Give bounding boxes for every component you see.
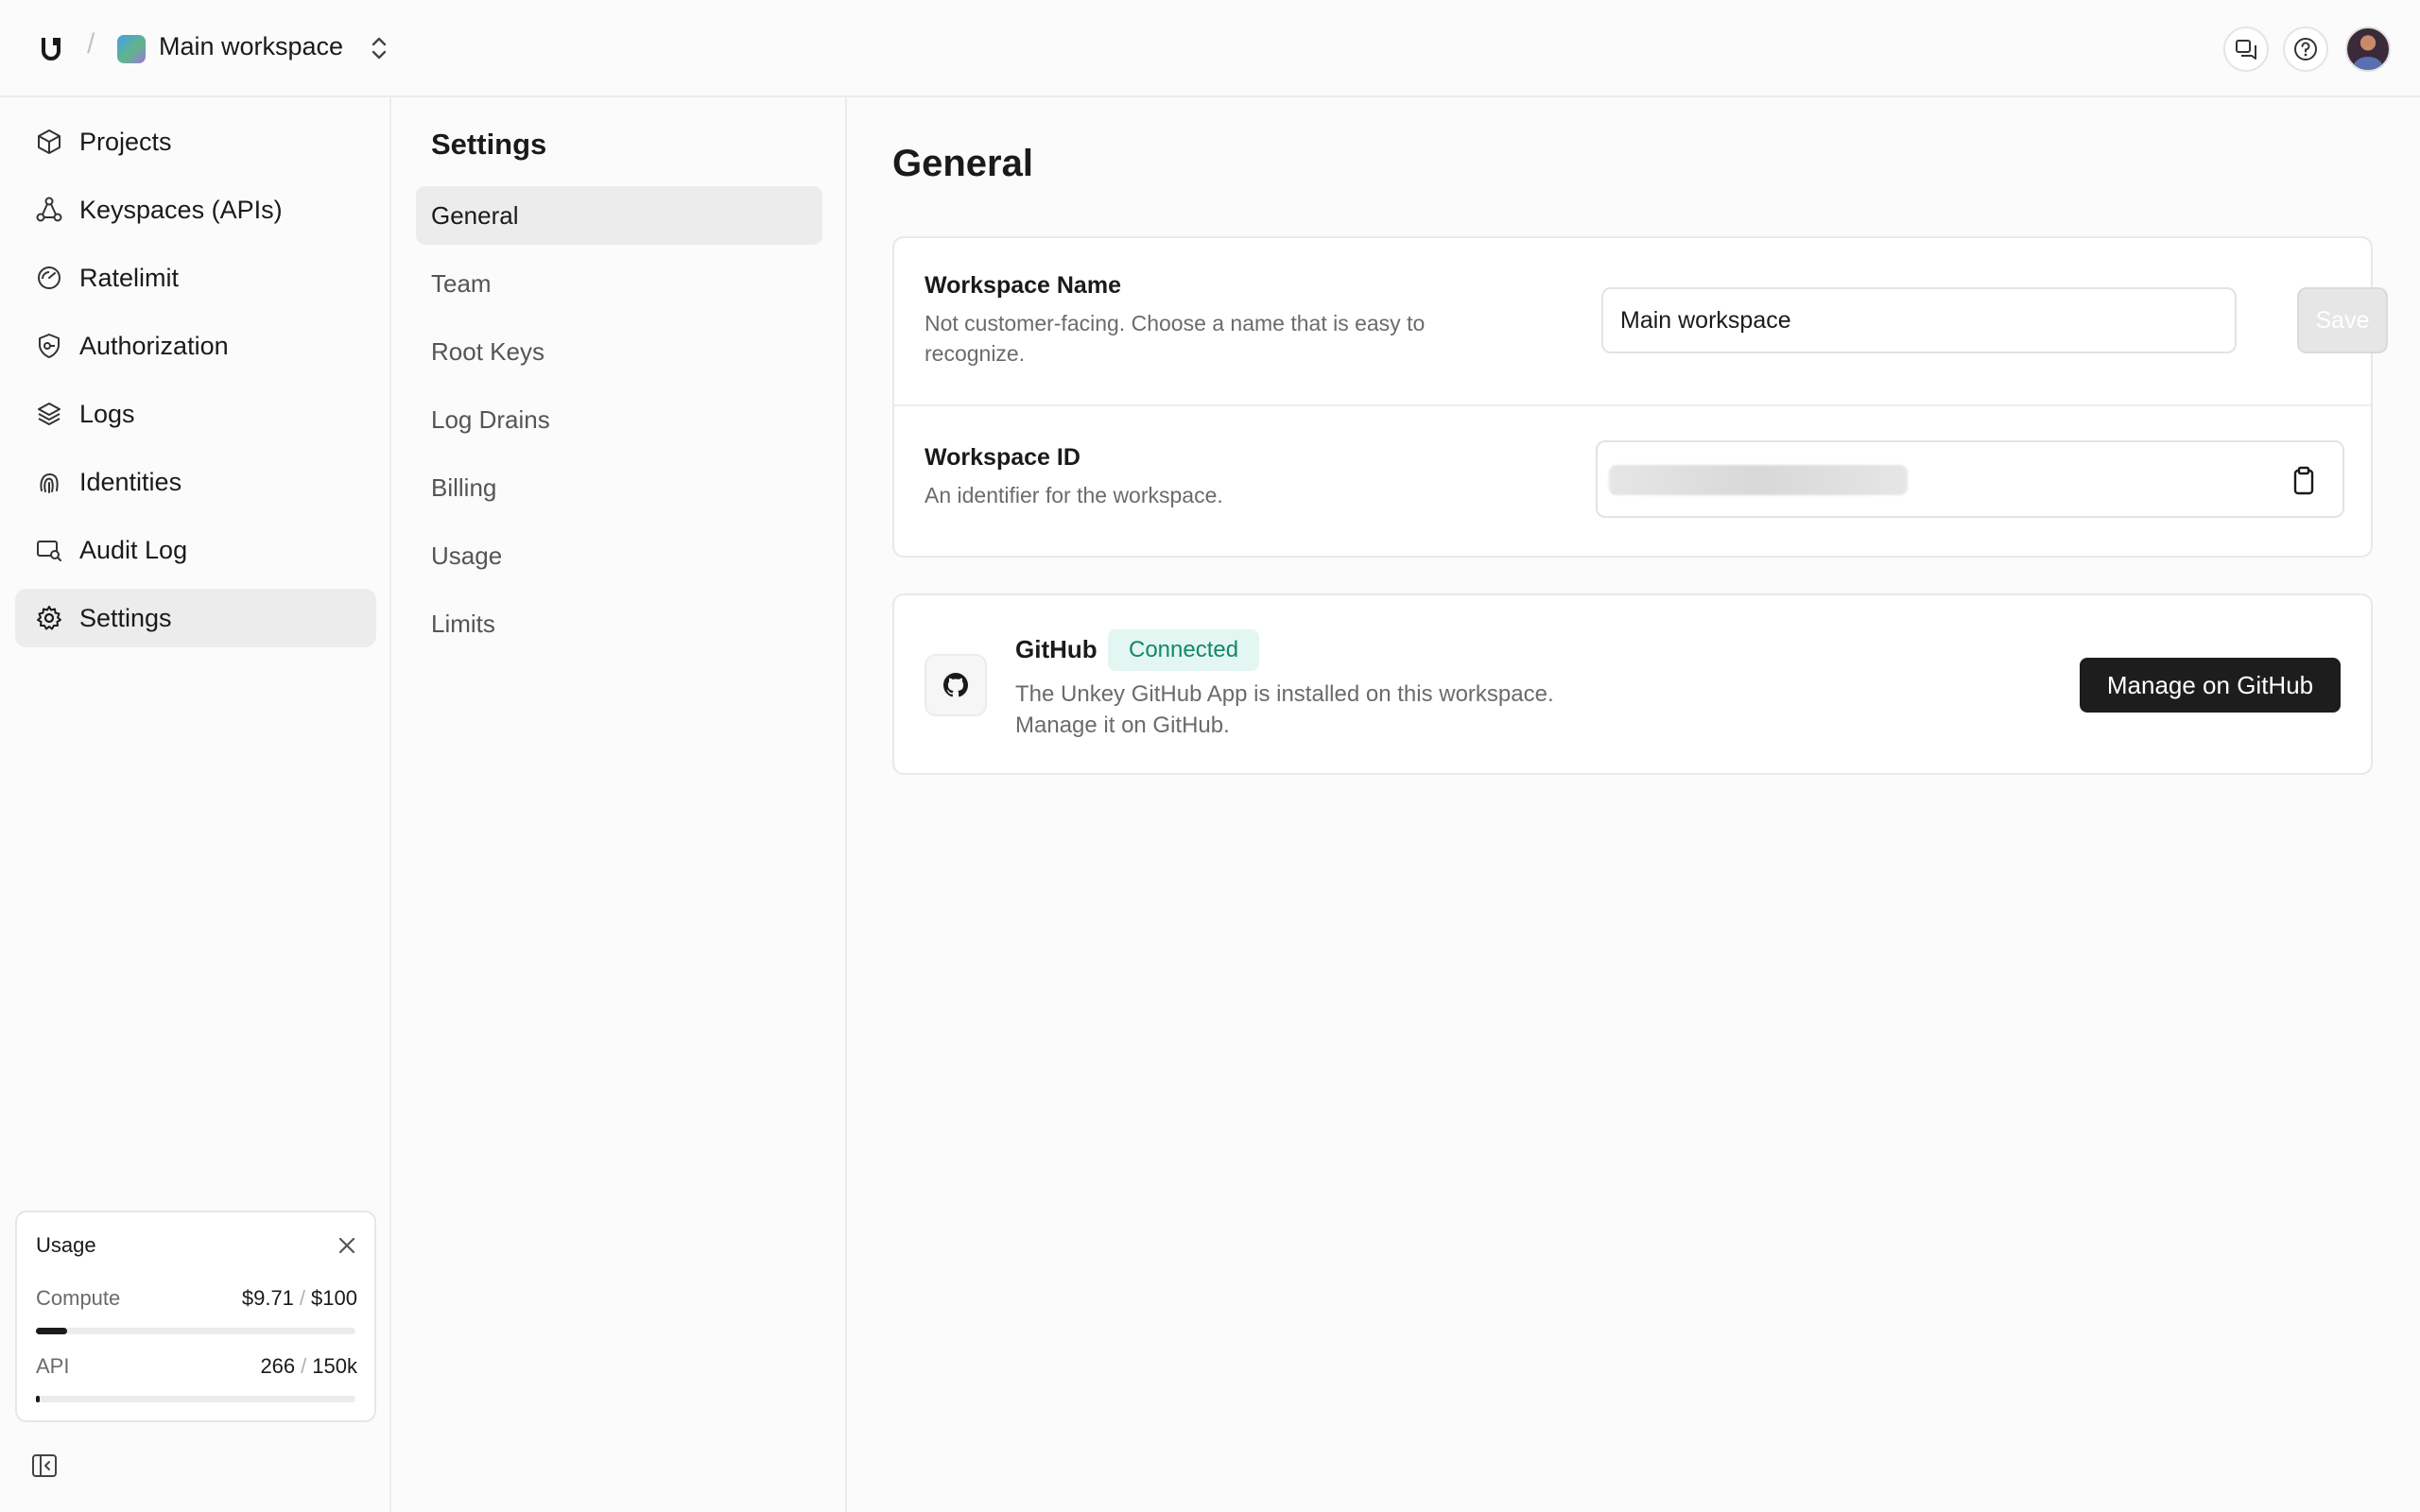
gear-icon [34,603,64,633]
usage-separator: / [299,1286,306,1310]
github-icon-wrap [925,654,987,716]
usage-api-row: API 266/150k [36,1354,357,1379]
chevron-up-down-icon[interactable] [367,34,391,62]
close-icon[interactable] [335,1233,359,1258]
manage-on-github-button[interactable]: Manage on GitHub [2080,658,2341,713]
subnav-item-log-drains[interactable]: Log Drains [416,390,822,449]
nodes-icon [34,195,64,225]
sidebar-item-keyspaces[interactable]: Keyspaces (APIs) [15,180,376,239]
layers-icon [34,399,64,429]
usage-compute-label: Compute [36,1286,121,1310]
sidebar-item-audit-log[interactable]: Audit Log [15,521,376,579]
github-description-line: Manage it on GitHub. [1015,713,1230,738]
usage-compute-row: Compute $9.71/$100 [36,1286,357,1311]
sidebar-item-settings[interactable]: Settings [15,589,376,647]
workspace-settings-card: Workspace Name Not customer-facing. Choo… [892,236,2388,558]
workspace-avatar[interactable] [117,35,146,63]
workspace-switcher-label[interactable]: Main workspace [159,32,343,61]
save-button[interactable]: Save [2297,287,2388,353]
help-button[interactable] [2283,26,2328,72]
feedback-button[interactable] [2223,26,2269,72]
sidebar-item-logs[interactable]: Logs [15,385,376,443]
sidebar-item-identities[interactable]: Identities [15,453,376,511]
chat-icon [2236,40,2256,60]
gauge-icon [34,263,64,293]
usage-separator: / [301,1354,307,1378]
workspace-id-section: Workspace ID An identifier for the works… [894,406,2371,558]
subnav-item-team[interactable]: Team [416,254,822,313]
workspace-name-title: Workspace Name [925,272,1121,299]
sidebar-item-ratelimit[interactable]: Ratelimit [15,249,376,307]
usage-compute-bar [36,1328,355,1334]
github-icon [943,673,968,697]
sidebar-item-label: Audit Log [79,535,188,564]
usage-compute-bar-fill [36,1328,67,1334]
main-content: General Workspace Name Not customer-faci… [847,97,2420,1512]
help-circle-icon [2294,38,2317,60]
subnav-item-billing[interactable]: Billing [416,458,822,517]
cube-icon [34,127,64,157]
subnav-title: Settings [431,128,547,161]
sidebar-item-label: Settings [79,603,172,632]
subnav-item-usage[interactable]: Usage [416,526,822,585]
subnav-item-general[interactable]: General [416,186,822,245]
fingerprint-icon [34,467,64,497]
unkey-logo-icon[interactable] [38,34,66,62]
sidebar-item-label: Projects [79,127,172,156]
workspace-id-title: Workspace ID [925,444,1080,471]
clipboard-icon[interactable] [2288,465,2320,497]
workspace-id-description: An identifier for the workspace. [925,483,1223,507]
usage-compute-value: $9.71/$100 [242,1286,357,1311]
sidebar-item-label: Authorization [79,331,229,360]
usage-api-value: 266/150k [260,1354,357,1379]
workspace-name-input[interactable] [1601,287,2237,353]
sidebar-collapse-icon[interactable] [30,1452,59,1480]
sidebar: Projects Keyspaces (APIs) Ratelimit Auth… [0,97,391,1512]
usage-card-title: Usage [36,1233,96,1257]
subnav-item-limits[interactable]: Limits [416,594,822,653]
sidebar-item-label: Ratelimit [79,263,180,292]
workspace-id-value-redacted [1609,465,1908,495]
usage-compute-used: $9.71 [241,1286,294,1310]
sidebar-item-label: Logs [79,399,135,428]
github-description-line: The Unkey GitHub App is installed on thi… [1015,681,1554,707]
usage-api-bar-fill [36,1396,40,1402]
workspace-name-description: Not customer-facing. Choose a name that … [925,311,1426,366]
usage-api-limit: 150k [312,1354,357,1378]
github-integration-card: GitHub Connected The Unkey GitHub App is… [892,593,2373,775]
workspace-name-section: Workspace Name Not customer-facing. Choo… [894,238,2388,404]
monitor-search-icon [34,535,64,565]
sidebar-item-projects[interactable]: Projects [15,112,376,171]
workspace-id-field[interactable] [1596,440,2344,518]
status-badge: Connected [1108,629,1260,671]
sidebar-item-label: Identities [79,467,182,496]
sidebar-item-authorization[interactable]: Authorization [15,317,376,375]
usage-card: Usage Compute $9.71/$100 API 266/150k [15,1211,376,1422]
sidebar-item-label: Keyspaces (APIs) [79,195,283,224]
github-description: The Unkey GitHub App is installed on thi… [1015,679,1677,741]
subnav-item-root-keys[interactable]: Root Keys [416,322,822,381]
usage-compute-limit: $100 [311,1286,357,1310]
breadcrumb-separator: / [87,28,95,60]
top-bar: / Main workspace [0,0,2420,97]
usage-api-label: API [36,1354,70,1378]
shield-key-icon [34,331,64,361]
usage-api-bar [36,1396,355,1402]
settings-subnav: Settings General Team Root Keys Log Drai… [391,97,847,1512]
user-avatar[interactable] [2345,26,2391,72]
github-title: GitHub [1015,635,1098,663]
page-title: General [892,143,1033,184]
usage-api-used: 266 [260,1354,296,1378]
